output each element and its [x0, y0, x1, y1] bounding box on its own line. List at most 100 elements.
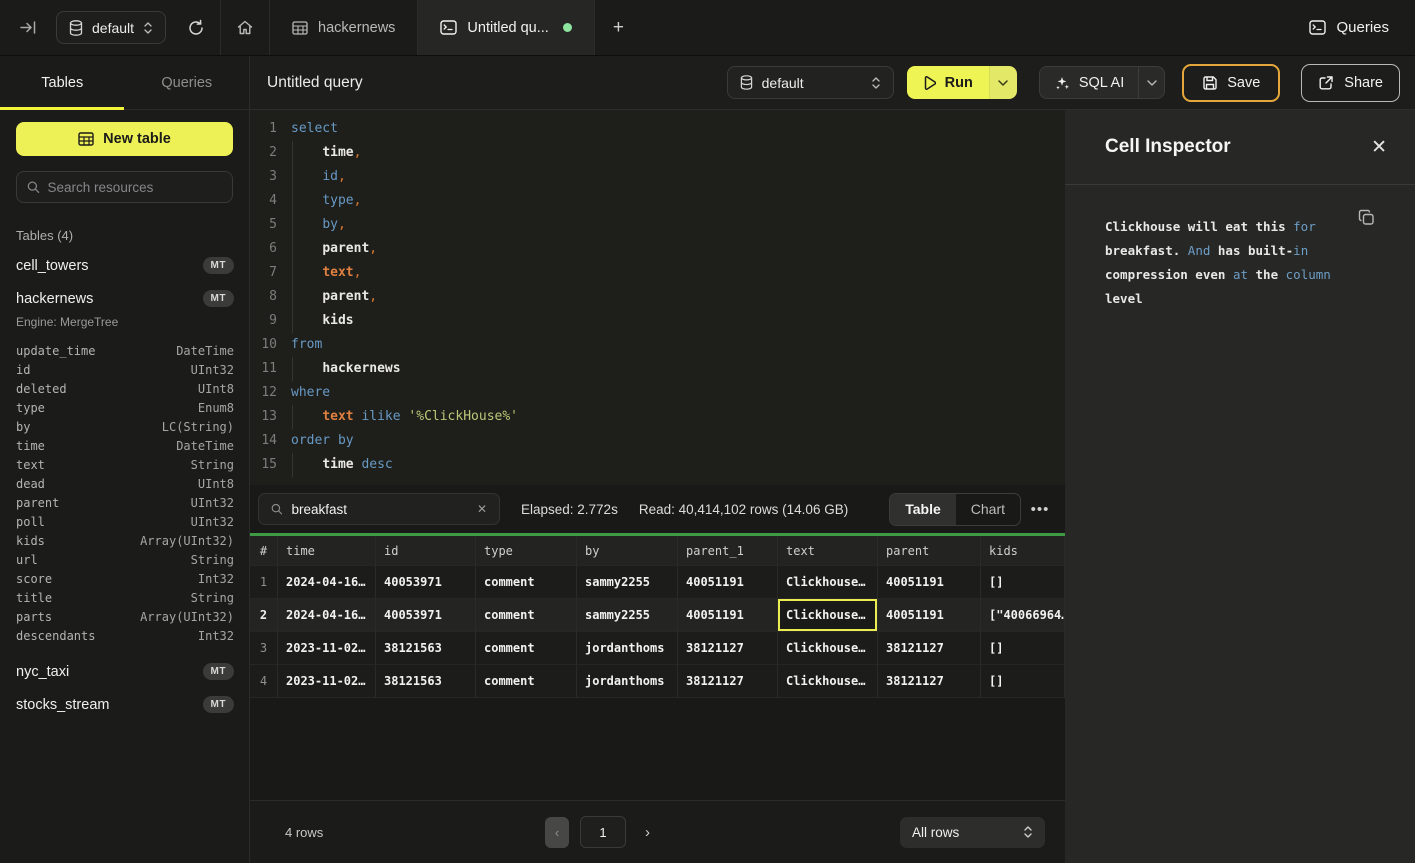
editor-line-6[interactable]: 6 parent, — [250, 237, 1065, 261]
editor-line-10[interactable]: 10from — [250, 333, 1065, 357]
tab-home[interactable] — [221, 0, 270, 55]
table-cell[interactable]: 2023-11-02… — [278, 632, 376, 665]
tab-hackernews[interactable]: hackernews — [270, 0, 418, 55]
editor-line-8[interactable]: 8 parent, — [250, 285, 1065, 309]
sql-ai-button[interactable]: SQL AI — [1040, 67, 1138, 98]
column-row[interactable]: scoreInt32 — [0, 569, 250, 588]
table-cell[interactable]: jordanthoms — [577, 632, 678, 665]
sidebar-tab-tables[interactable]: Tables — [0, 56, 125, 109]
sidebar-tab-queries[interactable]: Queries — [125, 56, 250, 109]
table-cell[interactable]: Clickhouse… — [778, 599, 878, 632]
table-cell[interactable]: 38121127 — [678, 665, 778, 698]
page-size-select[interactable]: All rows — [900, 817, 1045, 848]
editor-line-11[interactable]: 11 hackernews — [250, 357, 1065, 381]
editor-line-9[interactable]: 9 kids — [250, 309, 1065, 333]
table-cell[interactable]: sammy2255 — [577, 566, 678, 599]
copy-icon[interactable] — [1358, 209, 1375, 226]
table-cell[interactable]: Clickhouse… — [778, 632, 878, 665]
editor-line-3[interactable]: 3 id, — [250, 165, 1065, 189]
column-row[interactable]: pollUInt32 — [0, 512, 250, 531]
column-row[interactable]: parentUInt32 — [0, 493, 250, 512]
new-table-button[interactable]: New table — [16, 122, 233, 156]
sidebar-table-hackernews[interactable]: hackernewsMT — [0, 282, 250, 315]
topbar-database-select[interactable]: default — [56, 11, 166, 44]
column-header-kids[interactable]: kids — [981, 536, 1065, 566]
table-cell[interactable]: 40051191 — [678, 566, 778, 599]
column-header-id[interactable]: id — [376, 536, 476, 566]
column-row[interactable]: deadUInt8 — [0, 474, 250, 493]
column-row[interactable]: kidsArray(UInt32) — [0, 531, 250, 550]
table-cell[interactable]: comment — [476, 566, 577, 599]
editor-line-12[interactable]: 12where — [250, 381, 1065, 405]
sql-editor[interactable]: 1select2 time,3 id,4 type,5 by,6 parent,… — [250, 110, 1065, 485]
column-row[interactable]: typeEnum8 — [0, 398, 250, 417]
column-row[interactable]: textString — [0, 455, 250, 474]
sidebar-table-cell_towers[interactable]: cell_towersMT — [0, 249, 250, 282]
run-button[interactable]: Run — [907, 66, 989, 99]
table-cell[interactable]: [] — [981, 566, 1065, 599]
editor-line-13[interactable]: 13 text ilike '%ClickHouse%' — [250, 405, 1065, 429]
table-cell[interactable]: comment — [476, 665, 577, 698]
table-cell[interactable]: 40051191 — [678, 599, 778, 632]
column-header-parent_1[interactable]: parent_1 — [678, 536, 778, 566]
run-options-button[interactable] — [989, 66, 1017, 99]
row-number[interactable]: 3 — [250, 632, 278, 665]
results-search-input[interactable] — [291, 502, 468, 517]
table-cell[interactable]: 38121563 — [376, 632, 476, 665]
column-row[interactable]: byLC(String) — [0, 417, 250, 436]
share-button[interactable]: Share — [1301, 64, 1400, 102]
column-row[interactable]: partsArray(UInt32) — [0, 607, 250, 626]
tab-untitled-qu-[interactable]: Untitled qu... — [418, 0, 594, 55]
sidebar-table-nyc_taxi[interactable]: nyc_taxiMT — [0, 655, 250, 688]
table-cell[interactable]: [] — [981, 632, 1065, 665]
table-cell[interactable]: comment — [476, 599, 577, 632]
table-cell[interactable]: 2023-11-02… — [278, 665, 376, 698]
editor-line-14[interactable]: 14order by — [250, 429, 1065, 453]
query-database-select[interactable]: default — [727, 66, 894, 99]
column-header-text[interactable]: text — [778, 536, 878, 566]
next-page-button[interactable]: › — [637, 824, 658, 841]
table-cell[interactable]: 2024-04-16… — [278, 566, 376, 599]
editor-line-5[interactable]: 5 by, — [250, 213, 1065, 237]
new-tab-button[interactable]: + — [595, 0, 642, 55]
table-cell[interactable]: 40053971 — [376, 599, 476, 632]
editor-line-1[interactable]: 1select — [250, 117, 1065, 141]
results-more-button[interactable]: ••• — [1025, 501, 1055, 518]
table-cell[interactable]: 40051191 — [878, 599, 981, 632]
table-cell[interactable]: 2024-04-16… — [278, 599, 376, 632]
row-number[interactable]: 1 — [250, 566, 278, 599]
table-cell[interactable]: 40051191 — [878, 566, 981, 599]
column-row[interactable]: idUInt32 — [0, 360, 250, 379]
column-header-by[interactable]: by — [577, 536, 678, 566]
column-row[interactable]: titleString — [0, 588, 250, 607]
table-cell[interactable]: 40053971 — [376, 566, 476, 599]
table-cell[interactable]: 38121127 — [678, 632, 778, 665]
table-cell[interactable]: jordanthoms — [577, 665, 678, 698]
editor-line-7[interactable]: 7 text, — [250, 261, 1065, 285]
column-header-#[interactable]: # — [250, 536, 278, 566]
table-cell[interactable]: 38121127 — [878, 632, 981, 665]
sidebar-search[interactable] — [16, 171, 233, 203]
row-number[interactable]: 2 — [250, 599, 278, 632]
view-toggle-chart[interactable]: Chart — [956, 494, 1020, 525]
sidebar-collapse-button[interactable] — [0, 0, 56, 55]
column-header-parent[interactable]: parent — [878, 536, 981, 566]
sql-ai-options-button[interactable] — [1138, 67, 1164, 98]
editor-line-4[interactable]: 4 type, — [250, 189, 1065, 213]
table-cell[interactable]: 38121127 — [878, 665, 981, 698]
sidebar-table-stocks_stream[interactable]: stocks_streamMT — [0, 688, 250, 721]
refresh-button[interactable] — [180, 12, 212, 44]
column-row[interactable]: descendantsInt32 — [0, 626, 250, 645]
table-cell[interactable]: comment — [476, 632, 577, 665]
editor-line-15[interactable]: 15 time desc — [250, 453, 1065, 477]
sidebar-search-input[interactable] — [48, 180, 222, 195]
column-row[interactable]: urlString — [0, 550, 250, 569]
column-row[interactable]: update_timeDateTime — [0, 341, 250, 360]
clear-search-icon[interactable]: ✕ — [477, 502, 487, 516]
row-number[interactable]: 4 — [250, 665, 278, 698]
prev-page-button[interactable]: ‹ — [545, 817, 569, 848]
view-toggle-table[interactable]: Table — [890, 494, 956, 525]
page-number-input[interactable] — [580, 816, 626, 848]
column-header-type[interactable]: type — [476, 536, 577, 566]
editor-line-2[interactable]: 2 time, — [250, 141, 1065, 165]
